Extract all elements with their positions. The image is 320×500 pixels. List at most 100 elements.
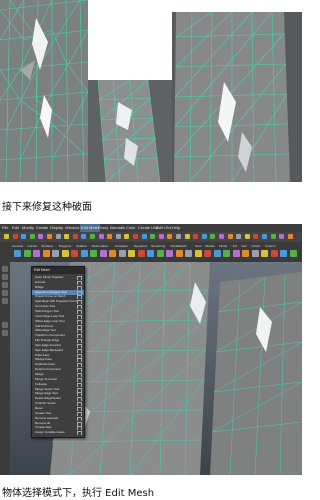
shelf-tab[interactable]: Deformation xyxy=(92,244,108,249)
menu-create[interactable]: Create xyxy=(36,224,48,232)
shelf-tool-icon[interactable] xyxy=(71,250,78,257)
status-tool-icon[interactable] xyxy=(253,234,259,239)
menu-display[interactable]: Display xyxy=(50,224,63,232)
layout-icon[interactable] xyxy=(2,330,8,336)
menu-edit-uvs[interactable]: Edit UVs xyxy=(156,224,172,232)
shelf-tool-icon[interactable] xyxy=(80,250,88,257)
status-tool-icon[interactable] xyxy=(64,234,70,239)
lasso-tool-icon[interactable] xyxy=(2,274,8,280)
shelf-tool-icon[interactable] xyxy=(137,250,145,257)
shelf-tab[interactable]: Subdivs xyxy=(76,244,87,249)
menu-edit[interactable]: Edit xyxy=(12,224,19,232)
select-tool-icon[interactable] xyxy=(2,266,8,272)
status-tool-icon[interactable] xyxy=(21,234,27,239)
status-tool-icon[interactable] xyxy=(90,234,95,239)
edit-mesh-menu-item[interactable]: Assign Invisible Faces xyxy=(32,430,84,436)
status-tool-icon[interactable] xyxy=(150,234,156,239)
shelf-tab[interactable]: General xyxy=(12,244,23,249)
shelf-tool-icon[interactable] xyxy=(128,250,135,257)
status-tool-icon[interactable] xyxy=(201,234,207,239)
move-tool-icon[interactable] xyxy=(2,282,8,288)
status-tool-icon[interactable] xyxy=(107,234,113,239)
shelf-tool-icon[interactable] xyxy=(52,250,59,257)
menu-modify[interactable]: Modify xyxy=(22,224,34,232)
scale-tool-icon[interactable] xyxy=(2,298,8,304)
shelf-tool-icon[interactable] xyxy=(33,250,40,257)
shelf-tool-icon[interactable] xyxy=(204,250,211,257)
status-tool-icon[interactable] xyxy=(81,234,87,239)
status-tool-icon[interactable] xyxy=(98,234,104,239)
menu-proxy[interactable]: Proxy xyxy=(98,224,108,232)
shelf-tab[interactable]: Muscle xyxy=(205,244,215,249)
shelf-tab[interactable]: Curves xyxy=(28,244,38,249)
shelf-tool-icon[interactable] xyxy=(99,250,107,257)
status-tool-icon[interactable] xyxy=(262,234,267,239)
shelf-tool-icon[interactable] xyxy=(147,250,154,257)
shelf-tab[interactable]: PaintEffects xyxy=(170,244,186,249)
option-box-icon[interactable] xyxy=(77,431,82,436)
status-tool-icon[interactable] xyxy=(193,234,199,239)
status-tool-icon[interactable] xyxy=(287,234,293,239)
shelf-tab[interactable]: Dynamics xyxy=(134,244,147,249)
shelf-tab[interactable]: Toon xyxy=(195,244,202,249)
status-tool-icon[interactable] xyxy=(4,234,9,239)
shelf-tool-icon[interactable] xyxy=(251,250,259,257)
status-tool-icon[interactable] xyxy=(29,234,35,239)
status-tool-icon[interactable] xyxy=(184,234,190,239)
shelf-tool-icon[interactable] xyxy=(242,250,249,257)
shelf-tab[interactable]: nCloth xyxy=(251,244,260,249)
shelf-tool-icon[interactable] xyxy=(42,250,50,257)
shelf-tool-icon[interactable] xyxy=(261,250,268,257)
shelf-tool-icon[interactable] xyxy=(175,250,183,257)
status-tool-icon[interactable] xyxy=(115,234,121,239)
shelf-tab[interactable]: Surfaces xyxy=(41,244,53,249)
status-tool-icon[interactable] xyxy=(270,234,276,239)
menu-window[interactable]: Window xyxy=(65,224,79,232)
shelf-tab[interactable]: Animation xyxy=(115,244,128,249)
status-tool-icon[interactable] xyxy=(167,234,173,239)
shelf-tool-icon[interactable] xyxy=(194,250,202,257)
status-tool-icon[interactable] xyxy=(158,234,164,239)
shelf-tab[interactable]: Hair xyxy=(241,244,247,249)
shelf-tool-icon[interactable] xyxy=(213,250,221,257)
shelf-tool-icon[interactable] xyxy=(61,250,69,257)
menu-color[interactable]: Color xyxy=(126,224,136,232)
menu-help[interactable]: Help xyxy=(172,224,180,232)
status-tool-icon[interactable] xyxy=(47,234,52,239)
status-tool-icon[interactable] xyxy=(227,234,233,239)
shelf-tool-icon[interactable] xyxy=(118,250,126,257)
status-tool-icon[interactable] xyxy=(124,234,130,239)
menu-normals[interactable]: Normals xyxy=(110,224,125,232)
layout-icon[interactable] xyxy=(2,322,8,328)
shelf-tab[interactable]: Fluids xyxy=(219,244,227,249)
status-tool-icon[interactable] xyxy=(219,234,224,239)
status-tool-icon[interactable] xyxy=(210,234,216,239)
shelf-tab[interactable]: Custom xyxy=(265,244,275,249)
menu-edit-mesh[interactable]: Edit Mesh xyxy=(80,224,100,232)
shelf-tab[interactable]: Fur xyxy=(233,244,238,249)
status-tool-icon[interactable] xyxy=(55,234,61,239)
status-tool-icon[interactable] xyxy=(279,234,285,239)
shelf-tool-icon[interactable] xyxy=(23,250,31,257)
rotate-tool-icon[interactable] xyxy=(2,290,8,296)
shelf-tool-icon[interactable] xyxy=(289,250,297,257)
shelf-tool-icon[interactable] xyxy=(109,250,116,257)
status-tool-icon[interactable] xyxy=(236,234,242,239)
shelf-tool-icon[interactable] xyxy=(223,250,230,257)
shelf-tool-icon[interactable] xyxy=(232,250,240,257)
status-tool-icon[interactable] xyxy=(38,234,44,239)
shelf-tool-icon[interactable] xyxy=(280,250,287,257)
status-tool-icon[interactable] xyxy=(244,234,250,239)
status-tool-icon[interactable] xyxy=(133,234,138,239)
shelf-tab[interactable]: Polygons xyxy=(59,244,71,249)
status-tool-icon[interactable] xyxy=(72,234,78,239)
status-tool-icon[interactable] xyxy=(176,234,181,239)
shelf-tool-icon[interactable] xyxy=(185,250,192,257)
shelf-tool-icon[interactable] xyxy=(90,250,97,257)
shelf-tool-icon[interactable] xyxy=(166,250,173,257)
shelf-tool-icon[interactable] xyxy=(156,250,164,257)
shelf-tab[interactable]: Rendering xyxy=(151,244,165,249)
status-tool-icon[interactable] xyxy=(141,234,147,239)
shelf-tool-icon[interactable] xyxy=(270,250,278,257)
shelf-tool-icon[interactable] xyxy=(14,250,21,257)
